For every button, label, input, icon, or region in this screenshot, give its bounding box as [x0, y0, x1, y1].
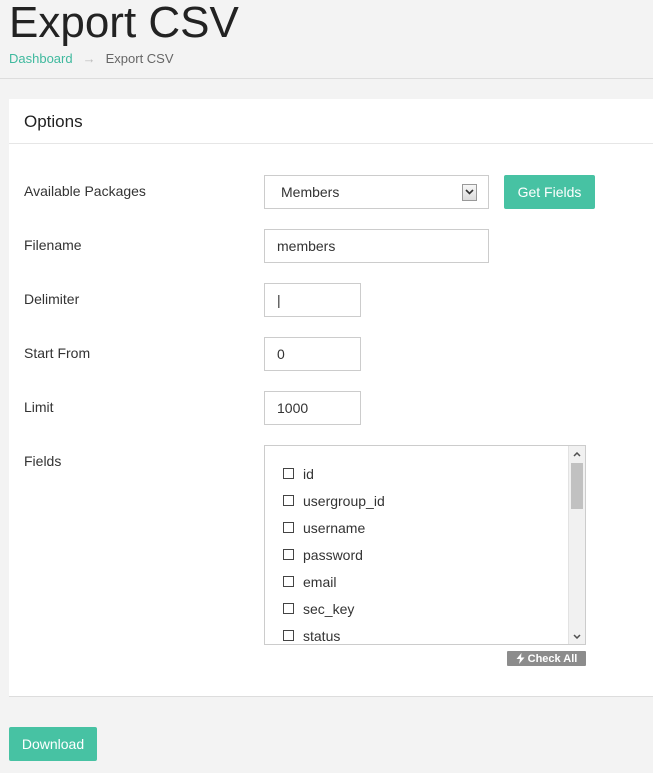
field-checkbox[interactable]	[283, 468, 294, 479]
filename-input[interactable]	[264, 229, 489, 263]
field-item[interactable]: password	[283, 541, 385, 568]
field-item[interactable]: sec_key	[283, 595, 385, 622]
fields-scrollbar[interactable]	[568, 446, 585, 644]
field-checkbox[interactable]	[283, 603, 294, 614]
field-item[interactable]: email	[283, 568, 385, 595]
check-all-label: Check All	[527, 652, 578, 665]
field-item-label: password	[303, 546, 363, 563]
limit-label: Limit	[24, 399, 54, 415]
breadcrumb-dashboard-link[interactable]: Dashboard	[9, 51, 73, 66]
chevron-down-icon[interactable]	[462, 183, 477, 201]
field-item-label: username	[303, 519, 366, 536]
field-checkbox[interactable]	[283, 549, 294, 560]
delimiter-label: Delimiter	[24, 291, 80, 307]
header-divider	[0, 78, 653, 79]
page-title: Export CSV	[9, 0, 239, 47]
scroll-down-arrow-icon[interactable]	[569, 628, 585, 644]
field-item-label: status	[303, 627, 341, 644]
scroll-up-arrow-icon[interactable]	[569, 446, 585, 462]
packages-select[interactable]: Members	[264, 175, 489, 209]
breadcrumb: Dashboard → Export CSV	[9, 51, 174, 66]
field-checkbox[interactable]	[283, 495, 294, 506]
breadcrumb-separator: →	[82, 51, 96, 66]
field-item-label: sec_key	[303, 600, 355, 617]
field-item-label: usergroup_id	[303, 492, 385, 509]
field-checkbox[interactable]	[283, 630, 294, 641]
limit-input[interactable]	[264, 391, 361, 425]
field-item-label: email	[303, 573, 337, 590]
field-item-label: id	[303, 465, 314, 482]
options-panel: Options Available Packages Members Get F…	[9, 99, 653, 697]
packages-label: Available Packages	[24, 183, 146, 199]
get-fields-button[interactable]: Get Fields	[504, 175, 595, 209]
field-item[interactable]: username	[283, 514, 385, 541]
start-from-input[interactable]	[264, 337, 361, 371]
delimiter-input[interactable]	[264, 283, 361, 317]
packages-select-value: Members	[281, 184, 340, 200]
fields-label: Fields	[24, 453, 62, 469]
field-item[interactable]: usergroup_id	[283, 487, 385, 514]
field-checkbox[interactable]	[283, 576, 294, 587]
fields-listbox[interactable]: id usergroup_id username password email …	[264, 445, 586, 645]
scrollbar-thumb[interactable]	[571, 463, 583, 509]
start-from-label: Start From	[24, 345, 91, 361]
field-item[interactable]: status	[283, 622, 385, 644]
breadcrumb-current: Export CSV	[105, 51, 174, 66]
check-all-button[interactable]: Check All	[507, 651, 586, 666]
download-button[interactable]: Download	[9, 727, 97, 761]
filename-label: Filename	[24, 237, 82, 253]
panel-title: Options	[9, 99, 653, 144]
field-item[interactable]: id	[283, 460, 385, 487]
field-checkbox[interactable]	[283, 522, 294, 533]
lightning-icon	[516, 653, 525, 664]
fields-list: id usergroup_id username password email …	[283, 460, 385, 644]
